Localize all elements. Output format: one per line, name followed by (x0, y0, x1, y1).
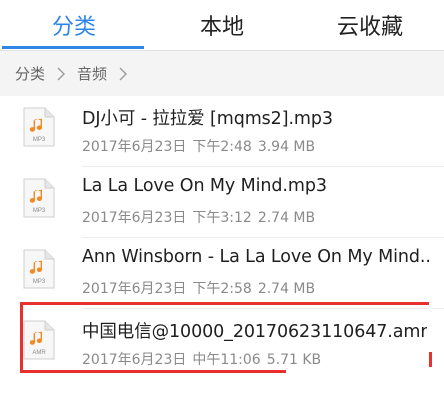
music-file-icon: AMR (23, 320, 55, 360)
file-date: 2017年6月23日 (82, 352, 187, 368)
music-file-icon: MP3 (23, 249, 55, 289)
file-size: 5.71 KB (266, 352, 322, 368)
file-date: 2017年6月23日 (82, 210, 187, 226)
file-date: 2017年6月23日 (82, 281, 187, 297)
chevron-right-icon (115, 66, 131, 82)
tab-bar: 分类 本地 云收藏 (0, 0, 444, 50)
tab-category[interactable]: 分类 (0, 0, 148, 50)
file-list: MP3 DJ小可 - 拉拉爱 [mqms2].mp3 2017年6月23日 下午2… (0, 96, 444, 380)
file-time: 下午2:48 (192, 139, 252, 155)
file-size: 2.74 MB (257, 210, 316, 226)
breadcrumb-item-category[interactable]: 分类 (15, 63, 45, 84)
list-item[interactable]: MP3 Ann Winsborn - La La Love On My Mind… (0, 238, 444, 309)
file-meta: 2017年6月23日 下午3:12 2.74 MB (82, 207, 315, 227)
file-name: 中国电信@10000_20170623110647.amr (82, 322, 428, 342)
file-type-label: AMR (32, 350, 46, 356)
music-file-icon: MP3 (23, 107, 55, 147)
file-size: 3.94 MB (257, 139, 316, 155)
file-type-label: MP3 (33, 279, 46, 285)
list-item[interactable]: MP3 La La Love On My Mind.mp3 2017年6月23日… (0, 167, 444, 238)
file-date: 2017年6月23日 (82, 139, 187, 155)
file-type-label: MP3 (33, 137, 46, 143)
file-time: 中午11:06 (192, 352, 261, 368)
file-name: Ann Winsborn - La La Love On My Mind.... (82, 247, 432, 267)
file-name: DJ小可 - 拉拉爱 [mqms2].mp3 (82, 109, 333, 129)
tab-local[interactable]: 本地 (148, 0, 296, 50)
file-meta: 2017年6月23日 中午11:06 5.71 KB (82, 349, 321, 369)
file-time: 下午2:58 (192, 281, 252, 297)
file-time: 下午3:12 (192, 210, 252, 226)
file-manager-app: 分类 本地 云收藏 分类 音频 MP3 DJ小可 - 拉拉爱 [mqms2].m… (0, 0, 444, 408)
file-type-label: MP3 (33, 208, 46, 214)
chevron-right-icon (53, 66, 69, 82)
file-size: 2.74 MB (257, 281, 316, 297)
breadcrumb: 分类 音频 (0, 51, 444, 96)
highlight-box-gap (429, 302, 433, 352)
file-meta: 2017年6月23日 下午2:48 3.94 MB (82, 136, 315, 156)
music-file-icon: MP3 (23, 178, 55, 218)
active-tab-indicator (2, 46, 144, 49)
list-item[interactable]: MP3 DJ小可 - 拉拉爱 [mqms2].mp3 2017年6月23日 下午2… (0, 96, 444, 167)
highlight-box-gap (286, 367, 432, 375)
file-name: La La Love On My Mind.mp3 (82, 176, 327, 196)
tab-cloud-favorites[interactable]: 云收藏 (296, 0, 444, 50)
file-meta: 2017年6月23日 下午2:58 2.74 MB (82, 278, 315, 298)
breadcrumb-item-audio[interactable]: 音频 (77, 63, 107, 84)
